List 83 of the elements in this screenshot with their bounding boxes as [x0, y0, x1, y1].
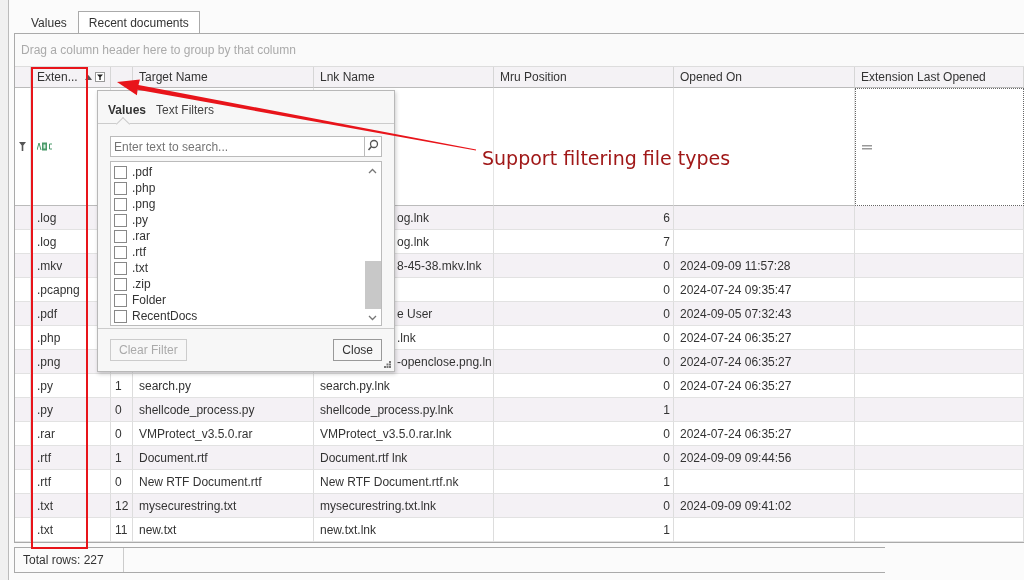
table-cell: 0: [494, 446, 674, 470]
search-icon[interactable]: [364, 136, 382, 157]
row-indicator-cell[interactable]: [15, 254, 31, 278]
value-label: Folder: [132, 293, 166, 307]
checkbox[interactable]: [114, 229, 127, 243]
row-indicator-cell[interactable]: [15, 302, 31, 326]
checkbox[interactable]: [114, 245, 127, 259]
table-cell: 12: [111, 494, 133, 518]
search-field[interactable]: Enter text to search...: [110, 136, 364, 157]
column-title: Exten...: [37, 70, 78, 84]
value-label: .zip: [132, 277, 151, 291]
table-cell: 11: [111, 518, 133, 542]
column-header[interactable]: Lnk Name: [314, 67, 494, 88]
table-cell: 2024-09-09 11:57:28: [674, 254, 855, 278]
scroll-thumb[interactable]: [364, 260, 381, 309]
table-cell: 0: [494, 494, 674, 518]
row-indicator-cell[interactable]: [15, 518, 31, 542]
table-cell: .rtf: [31, 446, 111, 470]
column-header[interactable]: Mru Position: [494, 67, 674, 88]
column-header[interactable]: Opened On: [674, 67, 855, 88]
checkbox[interactable]: [114, 277, 127, 291]
checkbox[interactable]: [114, 165, 127, 179]
table-cell: Document.rtf: [133, 446, 314, 470]
value-item[interactable]: .pdf: [111, 164, 364, 180]
row-indicator-cell[interactable]: [15, 206, 31, 230]
filter-icon[interactable]: [94, 72, 105, 82]
total-rows: Total rows: 227: [15, 548, 124, 572]
table-cell: mysecurestring.txt.lnk: [314, 494, 494, 518]
table-cell: 0: [494, 302, 674, 326]
row-indicator-cell[interactable]: [15, 446, 31, 470]
table-cell: .txt: [31, 518, 111, 542]
filter-row-icon: [19, 142, 26, 151]
table-cell: Document.rtf lnk: [314, 446, 494, 470]
checkbox[interactable]: [114, 197, 127, 211]
table-cell: mysecurestring.txt: [133, 494, 314, 518]
table-cell: .py: [31, 398, 111, 422]
table-cell: new.txt: [133, 518, 314, 542]
table-cell: 6: [494, 206, 674, 230]
table-cell: shellcode_process.py: [133, 398, 314, 422]
table-cell: 0: [494, 254, 674, 278]
value-label: .php: [132, 181, 156, 195]
value-label: .py: [132, 213, 148, 227]
value-label: .png: [132, 197, 156, 211]
scroll-down-icon[interactable]: [368, 315, 377, 321]
row-indicator-cell[interactable]: [15, 494, 31, 518]
scroll-up-icon[interactable]: [368, 168, 377, 174]
value-label: .rar: [132, 229, 150, 243]
table-cell: 2024-09-05 07:32:43: [674, 302, 855, 326]
table-cell: 2024-07-24 06:35:27: [674, 350, 855, 374]
table-cell: 2024-09-09 09:41:02: [674, 494, 855, 518]
table-cell: new.txt.lnk: [314, 518, 494, 542]
table-cell: 1: [494, 398, 674, 422]
value-item[interactable]: .php: [111, 180, 364, 196]
row-indicator-cell[interactable]: [15, 398, 31, 422]
value-label: .rtf: [132, 245, 146, 259]
value-label: .pdf: [132, 165, 152, 179]
checkbox[interactable]: [114, 181, 127, 195]
group-hint: Drag a column header here to group by that column: [21, 43, 296, 57]
value-label: RecentDocs: [132, 309, 198, 323]
column-header[interactable]: Extension Last Opened: [855, 67, 1024, 88]
checkbox[interactable]: [114, 213, 127, 227]
table-cell: shellcode_process.py.lnk: [314, 398, 494, 422]
value-label: .txt: [132, 261, 148, 275]
filter-tab[interactable]: Text Filters: [152, 103, 219, 123]
equals-icon: [862, 144, 872, 150]
table-cell: .txt: [31, 494, 111, 518]
checkbox[interactable]: [114, 261, 127, 275]
checkbox[interactable]: [114, 309, 127, 323]
table-cell: 0: [111, 398, 133, 422]
table-cell: 0: [494, 350, 674, 374]
sort-up-icon[interactable]: [84, 74, 92, 80]
checkbox[interactable]: [114, 293, 127, 307]
table-cell: 1: [111, 446, 133, 470]
column-header[interactable]: Target Name: [133, 67, 314, 88]
row-indicator-cell[interactable]: [15, 350, 31, 374]
resize-grip-icon[interactable]: [384, 361, 391, 368]
annotation-text: Support filtering file types: [482, 147, 731, 169]
value-item[interactable]: .zip: [111, 276, 364, 292]
table-cell: 1: [494, 518, 674, 542]
table-cell: 2024-09-09 09:44:56: [674, 446, 855, 470]
tab[interactable]: Values: [20, 11, 78, 33]
text-match-icon[interactable]: [37, 142, 53, 151]
tab[interactable]: Recent documents: [77, 11, 200, 33]
